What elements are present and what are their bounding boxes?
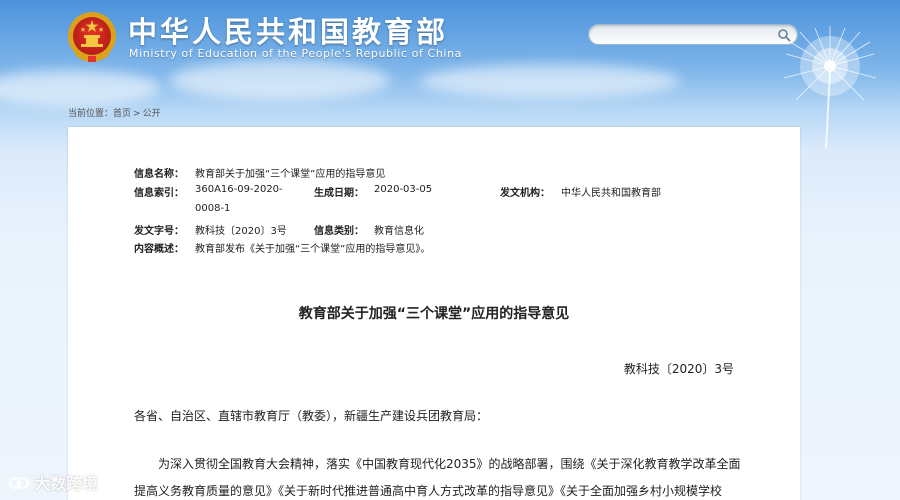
cloud-decoration bbox=[420, 64, 680, 98]
info-index-value-continued: 0008-1 bbox=[195, 203, 231, 214]
info-index-value: 360A16-09-2020- bbox=[195, 184, 283, 195]
date-value: 2020-03-05 bbox=[374, 184, 433, 195]
info-name-label: 信息名称： bbox=[134, 169, 184, 180]
breadcrumb-public-link[interactable]: 公开 bbox=[143, 109, 161, 119]
document-addressee: 各省、自治区、直辖市教育厅（教委），新疆生产建设兵团教育局： bbox=[134, 409, 489, 423]
document-number: 教科技〔2020〕3号 bbox=[623, 362, 734, 376]
breadcrumb-home-link[interactable]: 首页 bbox=[113, 109, 131, 119]
search-input[interactable] bbox=[597, 26, 765, 42]
national-emblem-icon bbox=[68, 12, 116, 62]
breadcrumb: 当前位置：首页 > 公开 bbox=[68, 106, 161, 119]
category-value: 教育信息化 bbox=[374, 226, 424, 237]
breadcrumb-separator: > bbox=[133, 109, 141, 119]
info-name-value: 教育部关于加强“三个课堂”应用的指导意见 bbox=[195, 169, 386, 180]
watermark: 大数跨境 bbox=[8, 470, 98, 494]
summary-label: 内容概述： bbox=[134, 244, 184, 255]
watermark-text: 大数跨境 bbox=[34, 474, 99, 493]
summary-value: 教育部发布《关于加强“三个课堂”应用的指导意见》。 bbox=[195, 244, 431, 255]
watermark-logo-icon bbox=[9, 477, 29, 489]
site-title[interactable]: 中华人民共和国教育部 bbox=[128, 9, 448, 51]
date-label: 生成日期： bbox=[314, 188, 364, 199]
doc-number-value: 教科技〔2020〕3号 bbox=[195, 226, 287, 237]
category-label: 信息类别： bbox=[314, 226, 364, 237]
document-title: 教育部关于加强“三个课堂”应用的指导意见 bbox=[298, 306, 570, 322]
content-panel: 信息名称： 教育部关于加强“三个课堂”应用的指导意见 信息索引： 360A16-… bbox=[68, 127, 800, 500]
issuing-org-label: 发文机构： bbox=[500, 188, 550, 199]
breadcrumb-prefix: 当前位置： bbox=[68, 109, 114, 119]
issuing-org-value: 中华人民共和国教育部 bbox=[561, 188, 661, 199]
document-paragraph-line: 提高义务教育质量的意见》《关于新时代推进普通高中育人方式改革的指导意见》《关于全… bbox=[134, 484, 723, 498]
cloud-decoration bbox=[0, 70, 160, 106]
info-index-label: 信息索引： bbox=[134, 188, 184, 199]
doc-number-label: 发文字号： bbox=[134, 226, 184, 237]
site-subtitle: Ministry of Education of the People's Re… bbox=[129, 47, 462, 60]
document-paragraph-line: 为深入贯彻全国教育大会精神，落实《中国教育现代化2035》的战略部署，围绕《关于… bbox=[158, 457, 741, 471]
cloud-decoration bbox=[170, 60, 390, 100]
